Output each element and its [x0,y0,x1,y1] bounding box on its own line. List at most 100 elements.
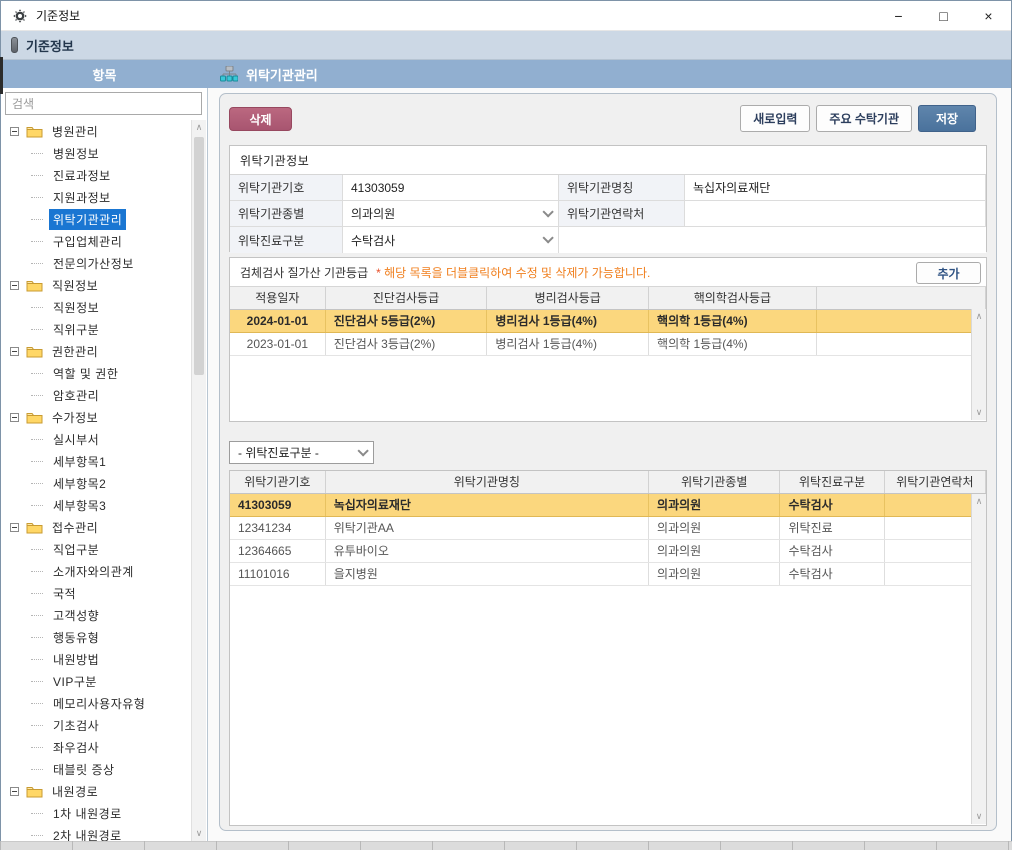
sidebar-item-국적[interactable]: 국적 [1,582,191,604]
grade-table-body: 2024-01-01진단검사 5등급(2%)병리검사 1등급(4%)핵의학 1등… [230,309,986,355]
column-header[interactable]: 핵의학검사등급 [649,287,817,309]
grade-table-scrollbar[interactable]: ∧ ∨ [971,309,986,420]
delete-button[interactable]: 삭제 [229,107,292,131]
collapse-icon[interactable] [10,787,19,796]
sidebar-item-접수관리[interactable]: 접수관리 [1,516,191,538]
institution-table: 위탁기관기호위탁기관명칭위탁기관종별위탁진료구분위탁기관연락처 41303059… [230,471,986,586]
column-header[interactable]: 위탁기관명칭 [325,471,648,493]
sidebar-item-행동유형[interactable]: 행동유형 [1,626,191,648]
tree-item-label: 내원방법 [49,649,103,670]
scroll-up-icon[interactable]: ∧ [972,494,986,509]
collapse-icon[interactable] [10,347,19,356]
contact-field[interactable] [685,201,986,227]
sidebar-item-역할 및 권한[interactable]: 역할 및 권한 [1,362,191,384]
table-row[interactable]: 12364665유투바이오의과의원수탁검사 [230,539,986,562]
column-header[interactable] [816,287,985,309]
scroll-down-icon[interactable]: ∨ [972,809,986,824]
sidebar-item-수가정보[interactable]: 수가정보 [1,406,191,428]
background-app-fragment [0,57,3,94]
column-header[interactable]: 위탁기관연락처 [884,471,985,493]
minimize-button[interactable]: − [876,1,921,30]
care-filter-select[interactable]: - 위탁진료구분 - [229,441,374,464]
sidebar-item-고객성향[interactable]: 고객성향 [1,604,191,626]
scroll-up-icon[interactable]: ∧ [192,120,206,135]
table-row[interactable]: 11101016을지병원의과의원수탁검사 [230,562,986,585]
institution-table-scrollbar[interactable]: ∧ ∨ [971,494,986,824]
chevron-down-icon [542,206,553,217]
empty-cell [559,227,986,253]
tree-connector [31,263,43,264]
sidebar-item-실시부서[interactable]: 실시부서 [1,428,191,450]
main-area: 삭제 새로입력 주요 수탁기관 저장 위탁기관정보 위탁기관기호 4130305… [208,88,1011,842]
grade-section-title: 검체검사 질가산 기관등급 [240,264,368,281]
sidebar-scrollbar[interactable]: ∧ ∨ [191,120,206,841]
search-input[interactable] [5,92,202,115]
table-cell: 수탁검사 [780,562,884,585]
sidebar-item-VIP구분[interactable]: VIP구분 [1,670,191,692]
scroll-down-icon[interactable]: ∨ [192,826,206,841]
table-row[interactable]: 2023-01-01진단검사 3등급(2%)병리검사 1등급(4%)핵의학 1등… [230,332,986,355]
sidebar-item-위탁기관관리[interactable]: 위탁기관관리 [1,208,191,230]
collapse-icon[interactable] [10,413,19,422]
sidebar-item-직위구분[interactable]: 직위구분 [1,318,191,340]
table-cell [816,309,985,332]
grade-table: 적용일자진단검사등급병리검사등급핵의학검사등급 2024-01-01진단검사 5… [230,287,986,356]
column-header[interactable]: 위탁기관기호 [230,471,325,493]
sidebar-item-소개자와의관계[interactable]: 소개자와의관계 [1,560,191,582]
collapse-icon[interactable] [10,127,19,136]
sidebar-item-암호관리[interactable]: 암호관리 [1,384,191,406]
tree-item-label: 암호관리 [49,385,103,406]
table-row[interactable]: 12341234위탁기관AA의과의원위탁진료 [230,516,986,539]
name-field[interactable]: 녹십자의료재단 [685,175,986,201]
table-row[interactable]: 2024-01-01진단검사 5등급(2%)병리검사 1등급(4%)핵의학 1등… [230,309,986,332]
tree-item-label: 1차 내원경로 [49,803,126,824]
collapse-icon[interactable] [10,523,19,532]
sidebar-item-직원정보[interactable]: 직원정보 [1,274,191,296]
table-cell: 의과의원 [649,562,780,585]
care-select[interactable]: 수탁검사 [343,227,559,253]
column-header[interactable]: 위탁진료구분 [780,471,884,493]
sidebar-item-병원정보[interactable]: 병원정보 [1,142,191,164]
sidebar-item-2차 내원경로[interactable]: 2차 내원경로 [1,824,191,841]
column-header[interactable]: 진단검사등급 [325,287,487,309]
sidebar-item-전문의가산정보[interactable]: 전문의가산정보 [1,252,191,274]
table-row[interactable]: 41303059녹십자의료재단의과의원수탁검사 [230,493,986,516]
app-window: 기준정보 − □ × 기준정보 항목 위탁기관관리 병원관리 [0,0,1012,843]
scroll-thumb[interactable] [194,137,204,375]
sidebar-item-내원방법[interactable]: 내원방법 [1,648,191,670]
column-header[interactable]: 위탁기관종별 [649,471,780,493]
type-select[interactable]: 의과의원 [343,201,559,227]
code-field[interactable]: 41303059 [343,175,559,201]
save-button[interactable]: 저장 [918,105,976,132]
sidebar-item-내원경로[interactable]: 내원경로 [1,780,191,802]
sidebar-item-진료과정보[interactable]: 진료과정보 [1,164,191,186]
tree-connector [31,769,43,770]
tree-connector [31,395,43,396]
sidebar-item-직업구분[interactable]: 직업구분 [1,538,191,560]
close-button[interactable]: × [966,1,1011,30]
sidebar-item-태블릿 증상[interactable]: 태블릿 증상 [1,758,191,780]
sidebar-item-세부항목1[interactable]: 세부항목1 [1,450,191,472]
sidebar-item-세부항목2[interactable]: 세부항목2 [1,472,191,494]
chevron-down-icon [357,445,368,456]
column-header[interactable]: 적용일자 [230,287,325,309]
scroll-up-icon[interactable]: ∧ [972,309,986,324]
tree-connector [31,835,43,836]
sidebar-item-1차 내원경로[interactable]: 1차 내원경로 [1,802,191,824]
scroll-down-icon[interactable]: ∨ [972,405,986,420]
sidebar-item-직원정보[interactable]: 직원정보 [1,296,191,318]
sidebar-item-구입업체관리[interactable]: 구입업체관리 [1,230,191,252]
major-institutions-button[interactable]: 주요 수탁기관 [816,105,912,132]
column-header[interactable]: 병리검사등급 [487,287,649,309]
sidebar-item-메모리사용자유형[interactable]: 메모리사용자유형 [1,692,191,714]
sidebar-item-좌우검사[interactable]: 좌우검사 [1,736,191,758]
sidebar-item-권한관리[interactable]: 권한관리 [1,340,191,362]
sidebar-item-세부항목3[interactable]: 세부항목3 [1,494,191,516]
maximize-button[interactable]: □ [921,1,966,30]
new-entry-button[interactable]: 새로입력 [740,105,810,132]
collapse-icon[interactable] [10,281,19,290]
sidebar-item-기초검사[interactable]: 기초검사 [1,714,191,736]
sidebar-item-병원관리[interactable]: 병원관리 [1,120,191,142]
add-button[interactable]: 추가 [916,262,981,284]
sidebar-item-지원과정보[interactable]: 지원과정보 [1,186,191,208]
